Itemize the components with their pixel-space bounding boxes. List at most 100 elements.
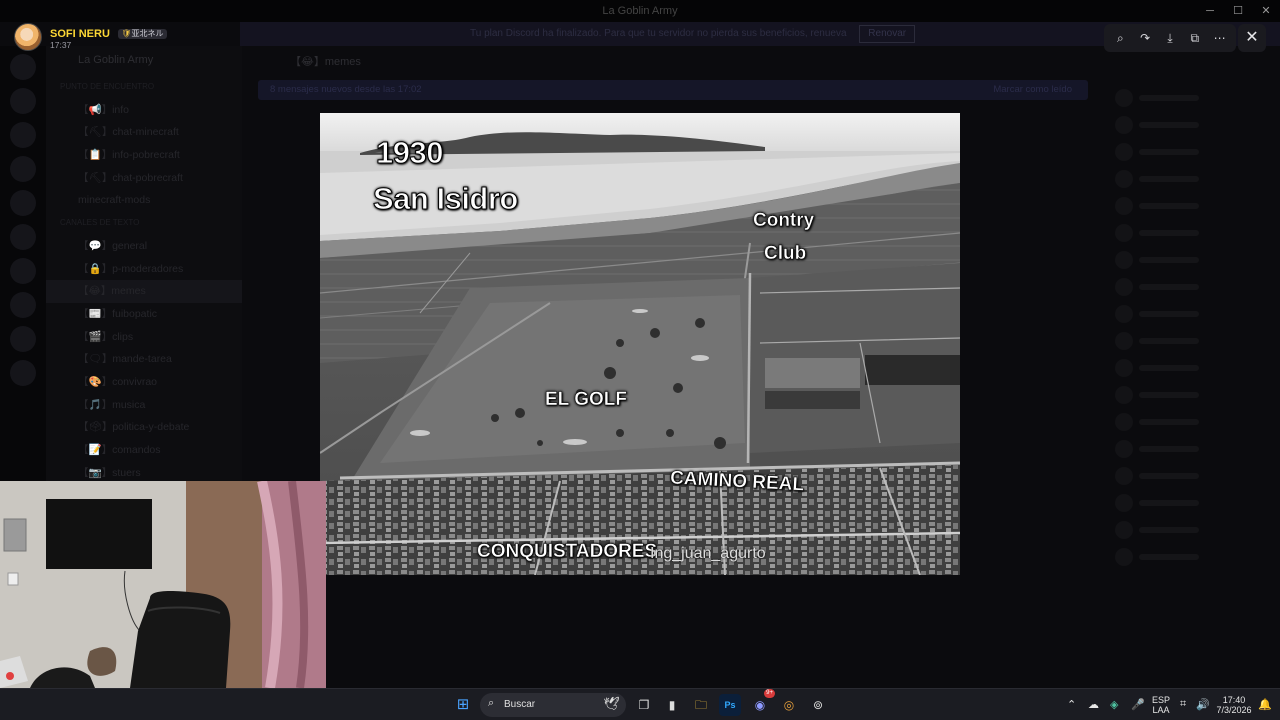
task-view-icon[interactable]: ❐ (633, 694, 655, 716)
viewer-toolbar: ⌕ ↷ ⤓ ⧉ ⋯ (1104, 24, 1236, 52)
channel-item[interactable]: 【🎬】clips (46, 326, 242, 349)
member-item[interactable] (1115, 278, 1280, 300)
download-icon[interactable]: ⤓ (1159, 31, 1181, 46)
server-list[interactable] (0, 46, 46, 486)
avatar[interactable] (14, 23, 42, 51)
upload-time: 17:37 (50, 40, 72, 51)
minimize-button[interactable]: ─ (1196, 0, 1224, 22)
microphone-icon[interactable]: 🎤 (1131, 698, 1145, 711)
server-icon[interactable] (10, 156, 36, 182)
member-item[interactable] (1115, 332, 1280, 354)
channel-category[interactable]: CANALES DE TEXTO (46, 212, 242, 235)
server-icon[interactable] (10, 122, 36, 148)
channel-item[interactable]: 【🗨】mande-tarea (46, 348, 242, 371)
clock-date: 7/3/2026 (1216, 705, 1252, 716)
network-icon[interactable]: ⌗ (1180, 698, 1186, 711)
close-viewer-button[interactable]: ✕ (1238, 24, 1266, 52)
member-item[interactable] (1115, 89, 1280, 111)
open-external-icon[interactable]: ⧉ (1184, 31, 1206, 46)
discord-taskbar-icon[interactable]: ◉ 9+ (749, 689, 775, 716)
window-close-button[interactable]: ✕ (1252, 0, 1280, 22)
taskbar-clock[interactable]: 17:40 7/3/2026 (1214, 695, 1254, 720)
file-explorer-icon[interactable]: 🗀 (690, 694, 712, 716)
windows-start-icon[interactable]: ⊞ (452, 694, 474, 716)
channel-item[interactable]: 【⛏】chat-pobrecraft (46, 167, 242, 190)
server-tag-badge: 🛡亚北ネル (118, 28, 167, 40)
channel-item[interactable]: 【🔒】p-moderadores (46, 258, 242, 281)
windows-taskbar: ⊞ ⌕ Buscar 🕊 ❐ ▮ 🗀 Ps ◉ 9+ ◎ ⊚ ⌃ ☁ ◈ 🎤 ES… (0, 688, 1280, 720)
notification-icon[interactable]: 🔔 (1258, 698, 1272, 711)
channel-item[interactable]: 【📢】info (46, 99, 242, 122)
more-options-icon[interactable]: ⋯ (1209, 31, 1231, 45)
search-highlight-icon: 🕊 (603, 696, 620, 711)
server-tag-text: 亚北ネル (131, 28, 164, 38)
channel-list: PUNTO DE ENCUENTRO 【📢】info 【⛏】chat-minecra… (46, 76, 242, 484)
taskbar-search[interactable]: ⌕ Buscar 🕊 (480, 693, 626, 717)
security-icon[interactable]: ◈ (1110, 698, 1118, 711)
member-item[interactable] (1115, 170, 1280, 192)
member-item[interactable] (1115, 359, 1280, 381)
webcam-feed (0, 481, 326, 688)
search-placeholder: Buscar (504, 699, 536, 710)
channel-item[interactable]: 【📋】info-pobrecraft (46, 144, 242, 167)
member-item[interactable] (1115, 197, 1280, 219)
chrome-icon[interactable]: ◎ (778, 694, 800, 716)
photo-club-label: Club (764, 243, 807, 264)
app-icon[interactable]: ▮ (661, 694, 683, 716)
banner-text: Tu plan Discord ha finalizado. Para que … (470, 28, 847, 39)
channel-item[interactable]: 【💬】general (46, 235, 242, 258)
channel-item[interactable]: 【📝】comandos (46, 439, 242, 462)
language-indicator[interactable]: ESP LAA (1150, 695, 1172, 720)
server-icon[interactable] (10, 190, 36, 216)
volume-icon[interactable]: 🔊 (1196, 698, 1210, 711)
channel-item[interactable]: 【😂】memes (46, 280, 242, 303)
server-icon[interactable] (10, 326, 36, 352)
chevron-up-icon[interactable]: ⌃ (1067, 698, 1076, 711)
server-icon[interactable] (10, 258, 36, 284)
member-item[interactable] (1115, 251, 1280, 273)
member-item[interactable] (1115, 548, 1280, 570)
maximize-button[interactable]: ☐ (1224, 0, 1252, 22)
forward-icon[interactable]: ↷ (1134, 31, 1156, 45)
photo-contry-label: Contry (753, 210, 815, 231)
channel-item[interactable]: 【📰】fuibopatic (46, 303, 242, 326)
member-item[interactable] (1115, 467, 1280, 489)
member-item[interactable] (1115, 440, 1280, 462)
new-messages-bar[interactable]: 8 mensajes nuevos desde las 17:02 Marcar… (258, 80, 1088, 100)
obs-icon[interactable]: ⊚ (807, 694, 829, 716)
channel-item[interactable]: 【⛏】chat-minecraft (46, 121, 242, 144)
cloud-icon[interactable]: ☁ (1088, 698, 1099, 711)
member-item[interactable] (1115, 413, 1280, 435)
photoshop-icon[interactable]: Ps (719, 694, 741, 716)
member-item[interactable] (1115, 143, 1280, 165)
member-item[interactable] (1115, 116, 1280, 138)
photo-golf-label: EL GOLF (545, 389, 627, 410)
member-item[interactable] (1115, 386, 1280, 408)
channel-sidebar: La Goblin Army PUNTO DE ENCUENTRO 【📢】info… (46, 46, 242, 486)
server-icon[interactable] (10, 224, 36, 250)
photo-year-caption: 1930 (376, 135, 444, 171)
server-icon[interactable] (10, 54, 36, 80)
channel-item[interactable]: 【🗳】politica-y-debate (46, 416, 242, 439)
window-title: La Goblin Army (0, 0, 1280, 22)
uploader-info[interactable]: SOFI NERU 🛡亚北ネル 17:37 (14, 22, 167, 52)
server-icon[interactable] (10, 360, 36, 386)
zoom-icon[interactable]: ⌕ (1109, 31, 1131, 46)
mark-read-button[interactable]: Marcar como leído (993, 80, 1072, 100)
channel-item[interactable]: 【🎨】convivrao (46, 371, 242, 394)
language-top: ESP (1151, 695, 1170, 705)
server-icon[interactable] (10, 88, 36, 114)
member-item[interactable] (1115, 521, 1280, 543)
member-item[interactable] (1115, 224, 1280, 246)
channel-item[interactable]: 【🎵】musica (46, 394, 242, 417)
uploader-name[interactable]: SOFI NERU (50, 28, 110, 40)
photo-conquistadores-label: CONQUISTADORES (477, 541, 658, 562)
channel-category[interactable]: PUNTO DE ENCUENTRO (46, 76, 242, 99)
channel-item[interactable]: minecraft-mods (46, 189, 242, 212)
search-icon: ⌕ (488, 697, 495, 709)
window-controls[interactable]: ─ ☐ ✕ (1196, 0, 1280, 22)
member-item[interactable] (1115, 494, 1280, 516)
renew-button[interactable]: Renovar (859, 25, 916, 43)
server-icon[interactable] (10, 292, 36, 318)
member-item[interactable] (1115, 305, 1280, 327)
